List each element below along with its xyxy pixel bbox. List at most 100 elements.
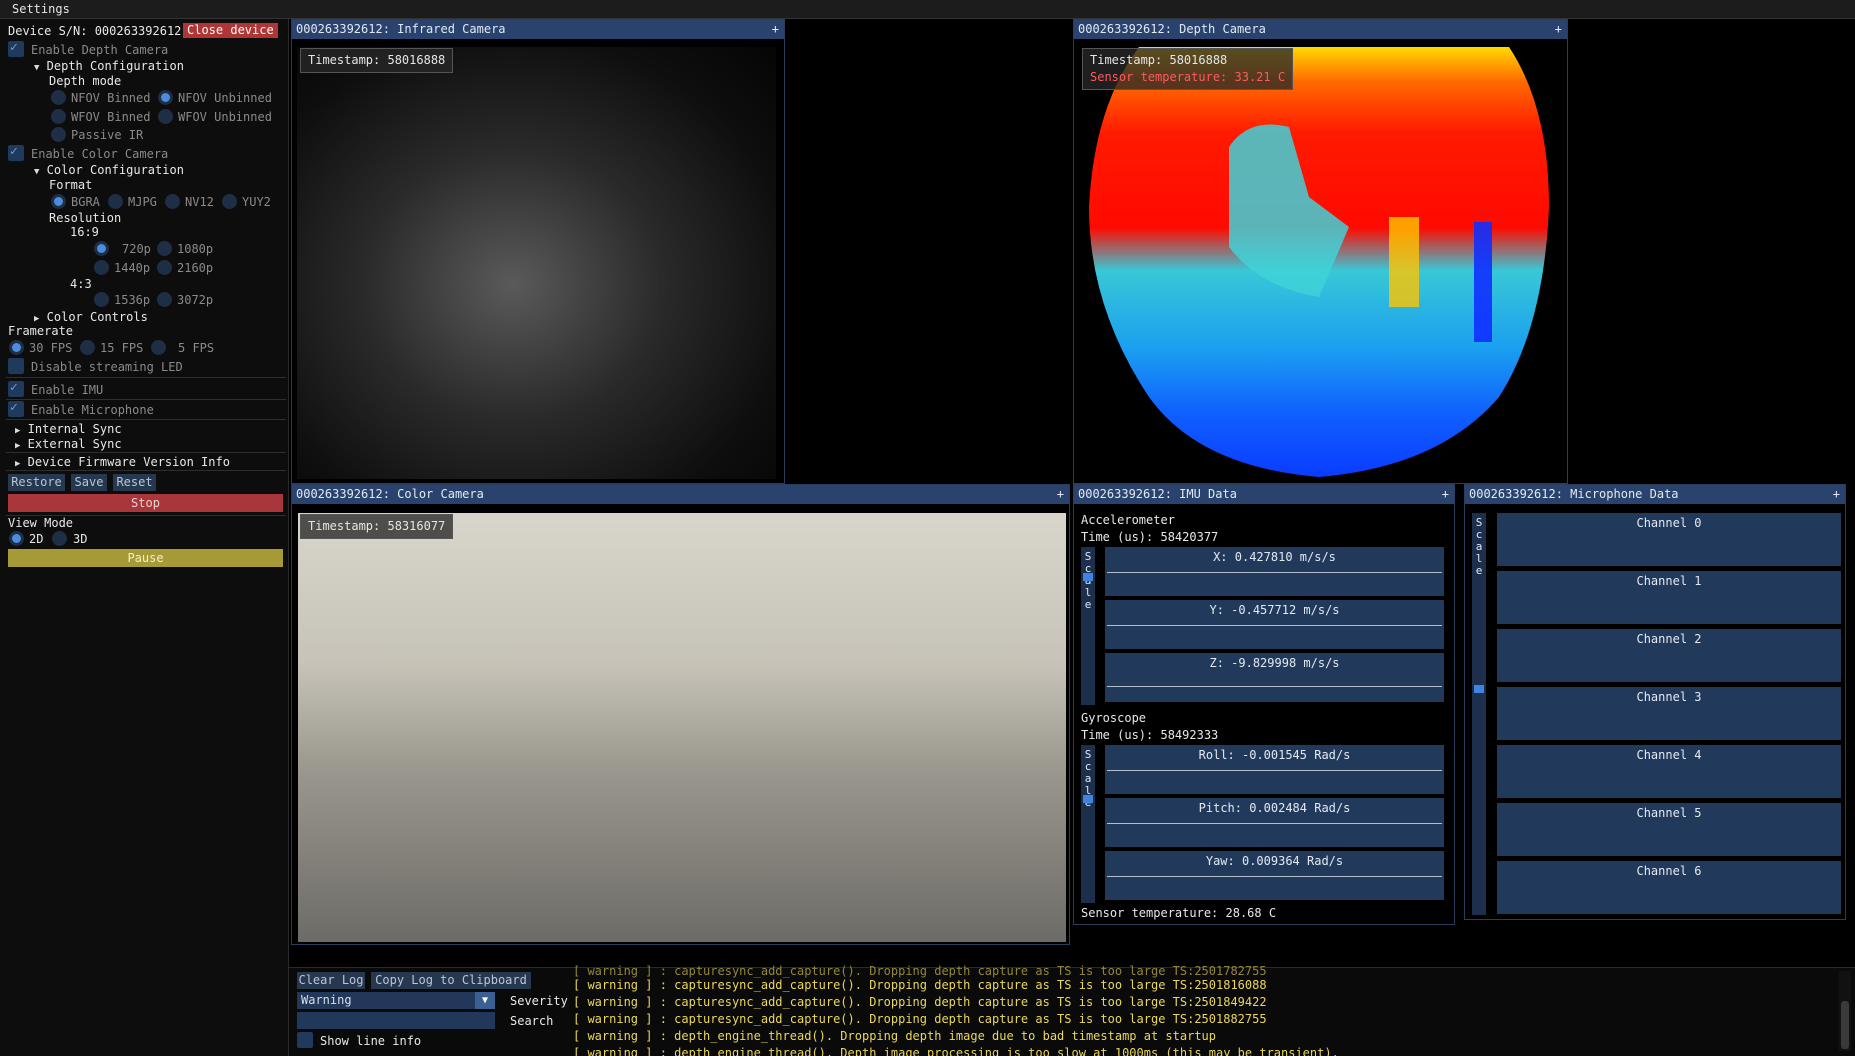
mic-channel-plot: Channel 2: [1497, 629, 1841, 682]
show-line-info-checkbox[interactable]: [297, 1032, 313, 1048]
divider: [6, 470, 286, 471]
infrared-title: 000263392612: Infrared Camera: [296, 22, 506, 36]
show-line-info-label: Show line info: [320, 1034, 422, 1048]
1080p-label: 1080p: [177, 242, 214, 256]
mic-title-bar[interactable]: 000263392612: Microphone Data +: [1465, 485, 1845, 504]
1536p-label: 1536p: [114, 293, 151, 307]
radio-view-2d[interactable]: [9, 531, 24, 546]
radio-wfov-unbinned[interactable]: [158, 109, 173, 124]
radio-1536p[interactable]: [94, 292, 109, 307]
2160p-label: 2160p: [177, 261, 214, 275]
accel-time: Time (us): 58420377: [1081, 530, 1219, 544]
enable-depth-checkbox[interactable]: [8, 40, 24, 57]
pause-button[interactable]: Pause: [8, 549, 283, 567]
expand-right-icon: ▶: [15, 459, 21, 469]
radio-1080p[interactable]: [157, 241, 172, 256]
color-title-bar[interactable]: 000263392612: Color Camera +: [292, 485, 1069, 504]
slider-handle[interactable]: [1083, 795, 1093, 803]
enable-imu-checkbox[interactable]: [8, 380, 24, 397]
wfov-unbinned-label: WFOV Unbinned: [178, 110, 272, 124]
depth-camera-window: 000263392612: Depth Camera + Timestamp: …: [1073, 19, 1568, 484]
accel-x-value: X: 0.427810 m/s/s: [1213, 550, 1336, 564]
radio-30fps[interactable]: [9, 340, 24, 355]
radio-passive-ir[interactable]: [51, 127, 66, 142]
restore-button[interactable]: Restore: [8, 474, 65, 491]
bgra-label: BGRA: [71, 195, 100, 209]
radio-nv12[interactable]: [165, 194, 180, 209]
enable-imu-label: Enable IMU: [31, 383, 104, 397]
radio-3072p[interactable]: [157, 292, 172, 307]
radio-view-3d[interactable]: [52, 531, 67, 546]
expand-icon[interactable]: +: [1057, 485, 1064, 504]
color-controls-header[interactable]: ▶ Color Controls: [34, 310, 148, 324]
expand-icon[interactable]: +: [1833, 485, 1840, 504]
slider-handle[interactable]: [1474, 685, 1484, 693]
severity-label: Severity: [510, 994, 568, 1008]
severity-dropdown[interactable]: Warning: [297, 992, 495, 1009]
save-button[interactable]: Save: [71, 474, 107, 491]
nfov-binned-label: NFOV Binned: [71, 91, 151, 105]
plot-line: [1107, 572, 1442, 573]
search-input[interactable]: [297, 1012, 495, 1029]
depth-title-bar[interactable]: 000263392612: Depth Camera +: [1074, 20, 1567, 39]
color-controls-label: Color Controls: [46, 310, 148, 324]
radio-wfov-binned[interactable]: [51, 109, 66, 124]
log-line: [ warning ] : depth_engine_thread(). Dep…: [573, 1046, 1339, 1056]
gyro-time: Time (us): 58492333: [1081, 728, 1219, 742]
accel-scale-slider[interactable]: Scale: [1081, 547, 1095, 705]
scale-label: Scale: [1475, 516, 1483, 577]
radio-nfov-binned[interactable]: [51, 90, 66, 105]
radio-720p[interactable]: [94, 241, 109, 256]
radio-mjpg[interactable]: [108, 194, 123, 209]
30fps-label: 30 FPS: [29, 341, 73, 355]
expand-icon[interactable]: +: [1442, 485, 1449, 504]
imu-title-bar[interactable]: 000263392612: IMU Data +: [1074, 485, 1454, 504]
channel-label: Channel 5: [1636, 806, 1702, 820]
divider: [6, 452, 286, 453]
copy-log-button[interactable]: Copy Log to Clipboard: [371, 972, 531, 989]
scale-label: Scale: [1084, 550, 1092, 611]
radio-yuy2[interactable]: [222, 194, 237, 209]
disable-led-checkbox[interactable]: [8, 358, 24, 374]
search-label: Search: [510, 1014, 554, 1028]
firmware-info-label: Device Firmware Version Info: [27, 455, 230, 469]
imu-data-window: 000263392612: IMU Data + Accelerometer T…: [1073, 484, 1455, 925]
enable-mic-checkbox[interactable]: [8, 400, 24, 417]
expand-icon[interactable]: +: [772, 20, 779, 39]
depth-overlay: Timestamp: 58016888 Sensor temperature: …: [1082, 48, 1294, 90]
view-mode-label: View Mode: [8, 516, 74, 530]
scrollbar-thumb[interactable]: [1841, 1001, 1849, 1049]
radio-bgra[interactable]: [51, 194, 66, 209]
accel-y-value: Y: -0.457712 m/s/s: [1209, 603, 1340, 617]
radio-1440p[interactable]: [94, 260, 109, 275]
depth-mode-label: Depth mode: [49, 74, 122, 88]
mjpg-label: MJPG: [128, 195, 157, 209]
mic-scale-slider[interactable]: Scale: [1472, 513, 1486, 915]
slider-handle[interactable]: [1083, 573, 1093, 581]
radio-2160p[interactable]: [157, 260, 172, 275]
depth-config-header[interactable]: ▼ Depth Configuration: [34, 59, 184, 73]
reset-button[interactable]: Reset: [113, 474, 156, 491]
infrared-title-bar[interactable]: 000263392612: Infrared Camera +: [292, 20, 784, 39]
gyro-scale-slider[interactable]: Scale: [1081, 745, 1095, 903]
radio-15fps[interactable]: [80, 340, 95, 355]
close-device-button[interactable]: Close device: [183, 23, 278, 38]
accel-z-plot: Z: -9.829998 m/s/s: [1105, 653, 1444, 702]
expand-icon[interactable]: +: [1555, 20, 1562, 39]
internal-sync-header[interactable]: ▶ Internal Sync: [15, 422, 122, 436]
gyro-yaw-plot: Yaw: 0.009364 Rad/s: [1105, 851, 1444, 900]
external-sync-header[interactable]: ▶ External Sync: [15, 437, 122, 451]
radio-5fps[interactable]: [151, 340, 166, 355]
enable-color-checkbox[interactable]: [8, 144, 24, 161]
log-scrollbar[interactable]: [1839, 971, 1851, 1051]
chevron-down-icon[interactable]: ▼: [475, 992, 495, 1009]
settings-menu[interactable]: Settings: [12, 2, 70, 16]
color-config-header[interactable]: ▼ Color Configuration: [34, 163, 184, 177]
stop-button[interactable]: Stop: [8, 494, 283, 512]
gyro-pitch-plot: Pitch: 0.002484 Rad/s: [1105, 798, 1444, 847]
imu-title: 000263392612: IMU Data: [1078, 487, 1237, 501]
clear-log-button[interactable]: Clear Log: [297, 972, 365, 989]
firmware-info-header[interactable]: ▶ Device Firmware Version Info: [15, 455, 230, 469]
radio-nfov-unbinned[interactable]: [158, 90, 173, 105]
log-line: [ warning ] : depth_engine_thread(). Dro…: [573, 1029, 1216, 1043]
